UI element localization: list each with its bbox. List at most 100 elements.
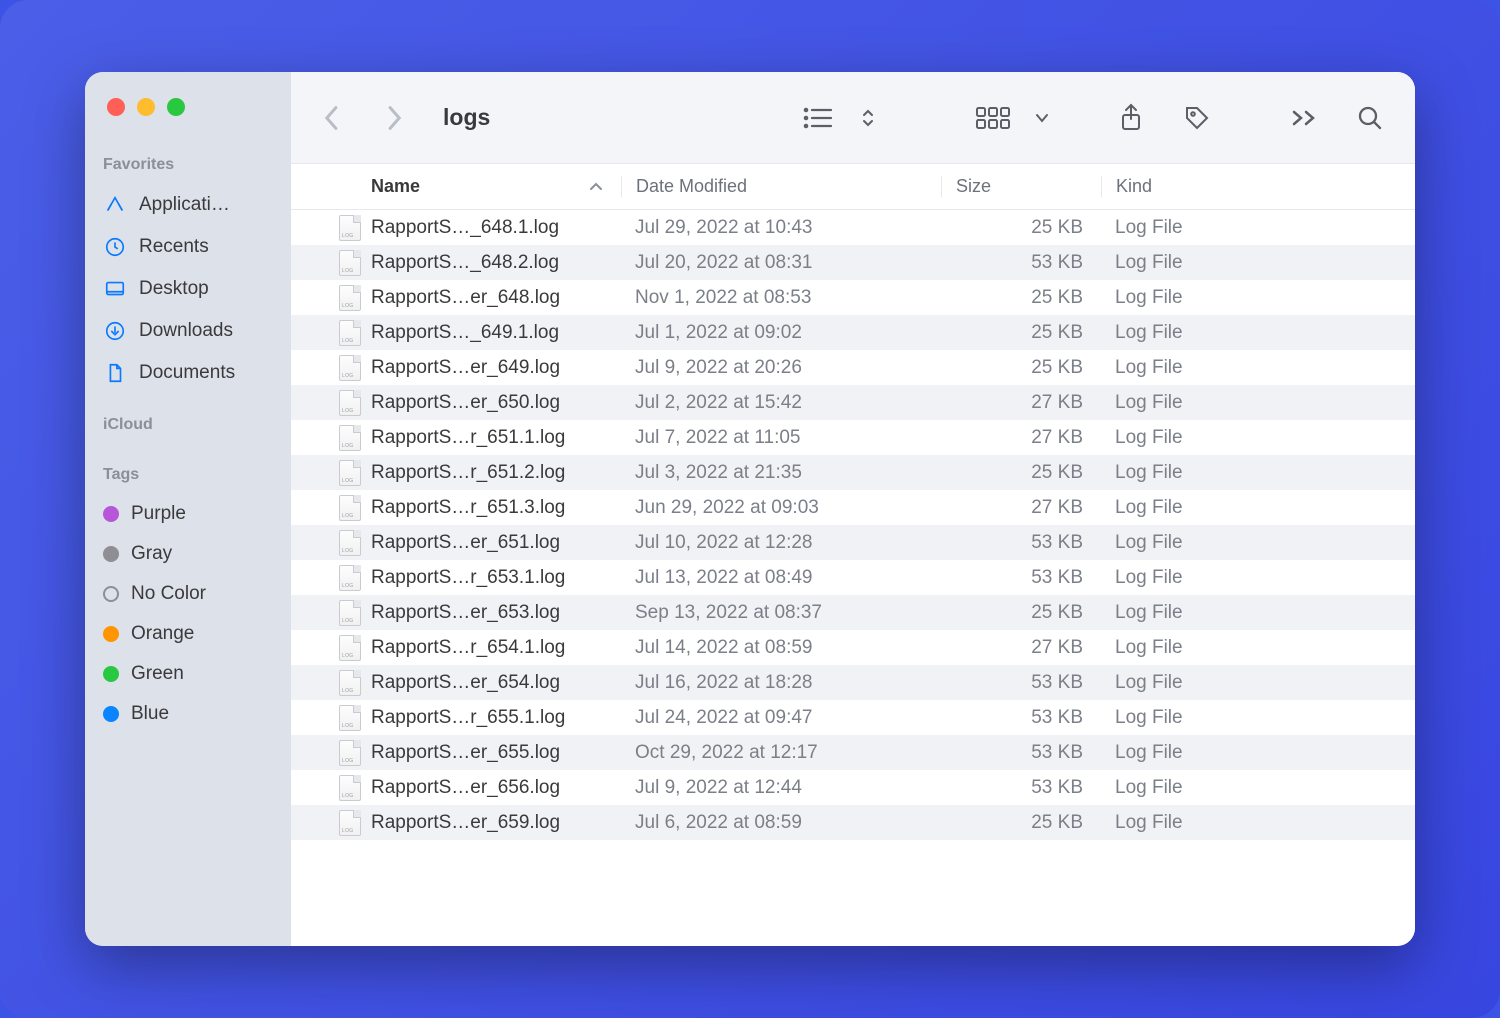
table-row[interactable]: RapportS…er_650.logJul 2, 2022 at 15:422… xyxy=(291,385,1415,420)
file-kind-cell: Log File xyxy=(1101,497,1415,519)
file-date-cell: Jul 29, 2022 at 10:43 xyxy=(621,217,941,239)
log-file-icon xyxy=(339,670,361,696)
sidebar-item-label: Blue xyxy=(131,703,169,725)
file-kind-cell: Log File xyxy=(1101,777,1415,799)
sidebar-tag-purple[interactable]: Purple xyxy=(85,494,291,534)
file-name: RapportS…er_655.log xyxy=(371,742,560,764)
column-header-size[interactable]: Size xyxy=(941,176,1101,197)
log-file-icon xyxy=(339,775,361,801)
file-kind-cell: Log File xyxy=(1101,707,1415,729)
file-date-cell: Jul 20, 2022 at 08:31 xyxy=(621,252,941,274)
sidebar-item-desktop[interactable]: Desktop xyxy=(85,268,291,310)
view-mode-dropdown-icon[interactable] xyxy=(855,100,881,136)
log-file-icon xyxy=(339,810,361,836)
file-kind-cell: Log File xyxy=(1101,357,1415,379)
column-header-date[interactable]: Date Modified xyxy=(621,176,941,197)
log-file-icon xyxy=(339,425,361,451)
sidebar-tag-gray[interactable]: Gray xyxy=(85,534,291,574)
table-row[interactable]: RapportS…r_651.1.logJul 7, 2022 at 11:05… xyxy=(291,420,1415,455)
table-row[interactable]: RapportS…r_655.1.logJul 24, 2022 at 09:4… xyxy=(291,700,1415,735)
forward-button[interactable] xyxy=(379,99,409,137)
chevron-down-icon[interactable] xyxy=(1029,106,1055,130)
table-row[interactable]: RapportS…er_656.logJul 9, 2022 at 12:445… xyxy=(291,770,1415,805)
log-file-icon xyxy=(339,600,361,626)
tags-button[interactable] xyxy=(1177,98,1217,138)
file-name: RapportS…er_650.log xyxy=(371,392,560,414)
table-row[interactable]: RapportS…er_654.logJul 16, 2022 at 18:28… xyxy=(291,665,1415,700)
file-name: RapportS…_649.1.log xyxy=(371,322,559,344)
sidebar-tag-orange[interactable]: Orange xyxy=(85,614,291,654)
table-row[interactable]: RapportS…r_654.1.logJul 14, 2022 at 08:5… xyxy=(291,630,1415,665)
column-header-row: Name Date Modified Size Kind xyxy=(291,164,1415,210)
file-size-cell: 27 KB xyxy=(941,497,1101,519)
sidebar-section-tags: Tags xyxy=(85,466,291,484)
view-mode-list-button[interactable] xyxy=(795,98,847,138)
file-name: RapportS…er_654.log xyxy=(371,672,560,694)
tag-dot-icon xyxy=(103,706,119,722)
file-name: RapportS…er_653.log xyxy=(371,602,560,624)
sidebar-tag-green[interactable]: Green xyxy=(85,654,291,694)
sidebar-item-applications[interactable]: Applicati… xyxy=(85,184,291,226)
file-name-cell: RapportS…_648.1.log xyxy=(291,215,621,241)
sidebar-item-downloads[interactable]: Downloads xyxy=(85,310,291,352)
main-area: logs xyxy=(291,72,1415,946)
file-size-cell: 53 KB xyxy=(941,707,1101,729)
log-file-icon xyxy=(339,740,361,766)
file-name: RapportS…r_651.2.log xyxy=(371,462,565,484)
tag-dot-icon xyxy=(103,626,119,642)
file-size-cell: 53 KB xyxy=(941,672,1101,694)
file-date-cell: Oct 29, 2022 at 12:17 xyxy=(621,742,941,764)
file-name-cell: RapportS…er_651.log xyxy=(291,530,621,556)
tag-dot-icon xyxy=(103,666,119,682)
file-date-cell: Jul 24, 2022 at 09:47 xyxy=(621,707,941,729)
file-name-cell: RapportS…er_654.log xyxy=(291,670,621,696)
close-window-button[interactable] xyxy=(107,98,125,116)
file-kind-cell: Log File xyxy=(1101,287,1415,309)
table-row[interactable]: RapportS…_648.2.logJul 20, 2022 at 08:31… xyxy=(291,245,1415,280)
table-row[interactable]: RapportS…_649.1.logJul 1, 2022 at 09:022… xyxy=(291,315,1415,350)
group-by-button[interactable] xyxy=(969,99,1019,137)
minimize-window-button[interactable] xyxy=(137,98,155,116)
column-header-kind[interactable]: Kind xyxy=(1101,176,1415,197)
file-name: RapportS…er_648.log xyxy=(371,287,560,309)
more-button[interactable] xyxy=(1285,103,1323,133)
file-size-cell: 27 KB xyxy=(941,427,1101,449)
table-row[interactable]: RapportS…_648.1.logJul 29, 2022 at 10:43… xyxy=(291,210,1415,245)
column-header-name[interactable]: Name xyxy=(291,176,621,197)
table-row[interactable]: RapportS…r_651.3.logJun 29, 2022 at 09:0… xyxy=(291,490,1415,525)
search-button[interactable] xyxy=(1351,99,1389,137)
file-size-cell: 27 KB xyxy=(941,392,1101,414)
file-name-cell: RapportS…er_655.log xyxy=(291,740,621,766)
file-kind-cell: Log File xyxy=(1101,672,1415,694)
file-name: RapportS…er_656.log xyxy=(371,777,560,799)
share-button[interactable] xyxy=(1113,97,1149,139)
log-file-icon xyxy=(339,285,361,311)
sidebar-tag-blue[interactable]: Blue xyxy=(85,694,291,734)
table-row[interactable]: RapportS…r_653.1.logJul 13, 2022 at 08:4… xyxy=(291,560,1415,595)
file-size-cell: 53 KB xyxy=(941,532,1101,554)
file-size-cell: 53 KB xyxy=(941,567,1101,589)
sidebar-tag-no-color[interactable]: No Color xyxy=(85,574,291,614)
file-list[interactable]: RapportS…_648.1.logJul 29, 2022 at 10:43… xyxy=(291,210,1415,946)
file-name: RapportS…r_651.3.log xyxy=(371,497,565,519)
sort-ascending-icon xyxy=(589,181,603,193)
file-kind-cell: Log File xyxy=(1101,462,1415,484)
file-name-cell: RapportS…er_648.log xyxy=(291,285,621,311)
sidebar-item-label: Purple xyxy=(131,503,186,525)
table-row[interactable]: RapportS…er_655.log Oct 29, 2022 at 12:17… xyxy=(291,735,1415,770)
table-row[interactable]: RapportS…er_651.logJul 10, 2022 at 12:28… xyxy=(291,525,1415,560)
table-row[interactable]: RapportS…er_653.logSep 13, 2022 at 08:37… xyxy=(291,595,1415,630)
sidebar-item-recents[interactable]: Recents xyxy=(85,226,291,268)
table-row[interactable]: RapportS…r_651.2.logJul 3, 2022 at 21:35… xyxy=(291,455,1415,490)
file-name-cell: RapportS…er_650.log xyxy=(291,390,621,416)
table-row[interactable]: RapportS…er_648.logNov 1, 2022 at 08:532… xyxy=(291,280,1415,315)
fullscreen-window-button[interactable] xyxy=(167,98,185,116)
back-button[interactable] xyxy=(317,99,347,137)
file-name-cell: RapportS…er_659.log xyxy=(291,810,621,836)
applications-icon xyxy=(103,193,127,217)
log-file-icon xyxy=(339,320,361,346)
table-row[interactable]: RapportS…er_659.logJul 6, 2022 at 08:592… xyxy=(291,805,1415,840)
file-date-cell: Jul 9, 2022 at 20:26 xyxy=(621,357,941,379)
table-row[interactable]: RapportS…er_649.logJul 9, 2022 at 20:262… xyxy=(291,350,1415,385)
sidebar-item-documents[interactable]: Documents xyxy=(85,352,291,394)
